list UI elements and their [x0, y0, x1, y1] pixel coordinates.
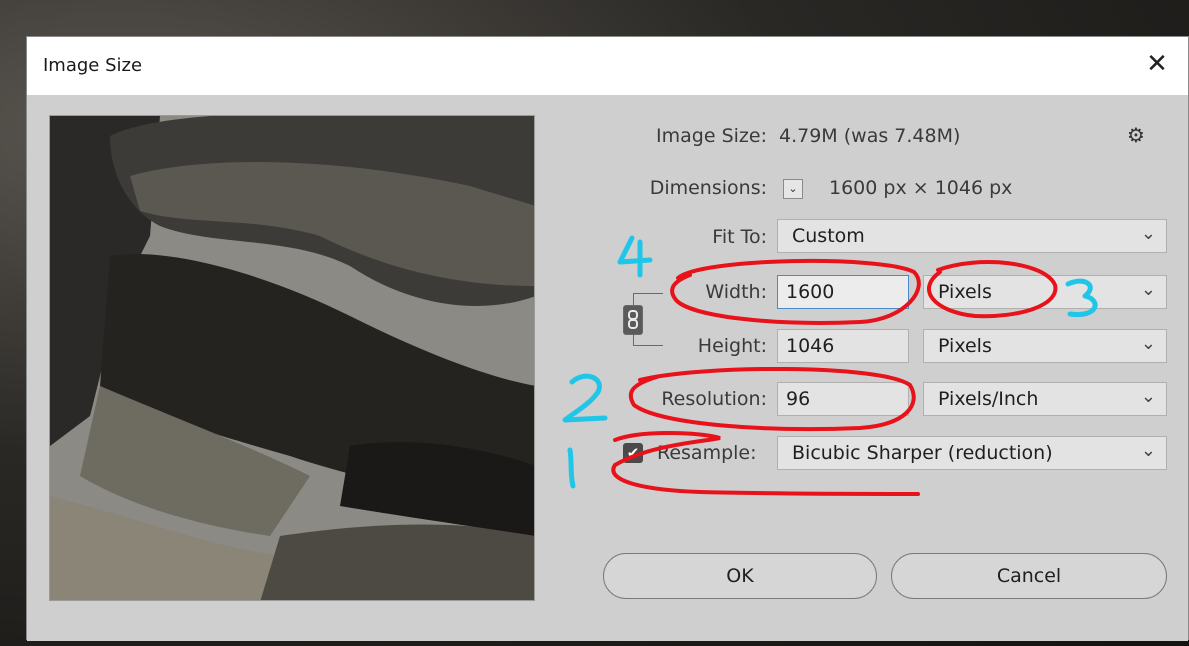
width-unit-select[interactable]: Pixels ⌄ — [923, 275, 1167, 309]
width-label: Width: — [705, 281, 767, 303]
resolution-unit-value: Pixels/Inch — [938, 388, 1039, 410]
dimensions-unit-dropdown[interactable]: ⌄ — [783, 179, 803, 199]
chevron-down-icon: ⌄ — [1140, 223, 1156, 244]
height-unit-select[interactable]: Pixels ⌄ — [923, 329, 1167, 363]
dimensions-label: Dimensions: — [649, 177, 767, 199]
resolution-unit-select[interactable]: Pixels/Inch ⌄ — [923, 382, 1167, 416]
image-size-dialog: Image Size ✕ Image Size: 4.79M (was 7.48… — [26, 36, 1189, 641]
image-size-value: 4.79M (was 7.48M) — [779, 125, 961, 147]
cancel-button[interactable]: Cancel — [891, 553, 1167, 599]
fit-to-select[interactable]: Custom ⌄ — [777, 219, 1167, 253]
resample-value: Bicubic Sharper (reduction) — [792, 442, 1053, 464]
width-unit-value: Pixels — [938, 281, 992, 303]
image-size-label: Image Size: — [656, 125, 767, 147]
link-constrain-icon[interactable] — [623, 305, 643, 335]
ok-button[interactable]: OK — [603, 553, 877, 599]
width-input[interactable] — [777, 275, 909, 309]
gear-icon[interactable]: ⚙ — [1127, 123, 1145, 147]
chevron-down-icon: ⌄ — [1140, 440, 1156, 461]
chevron-down-icon: ⌄ — [1140, 333, 1156, 354]
resample-checkbox[interactable]: ✔ — [623, 443, 643, 463]
resample-select[interactable]: Bicubic Sharper (reduction) ⌄ — [777, 436, 1167, 470]
resample-label: Resample: — [657, 442, 757, 464]
chevron-down-icon: ⌄ — [788, 182, 798, 195]
dialog-title: Image Size — [43, 55, 143, 76]
height-input[interactable] — [777, 329, 909, 363]
close-icon[interactable]: ✕ — [1140, 47, 1174, 81]
fit-to-value: Custom — [792, 225, 865, 247]
height-label: Height: — [697, 335, 767, 357]
dialog-body: Image Size: 4.79M (was 7.48M) ⚙ Dimensio… — [27, 95, 1188, 641]
dimensions-value: 1600 px × 1046 px — [829, 177, 1013, 199]
chain-link-icon — [628, 310, 638, 329]
checkmark-icon: ✔ — [626, 444, 640, 462]
image-preview[interactable] — [49, 115, 535, 601]
fit-to-label: Fit To: — [712, 226, 767, 248]
height-unit-value: Pixels — [938, 335, 992, 357]
resolution-label: Resolution: — [661, 388, 767, 410]
rock-preview-image — [50, 116, 534, 600]
title-bar: Image Size ✕ — [27, 37, 1188, 95]
chevron-down-icon: ⌄ — [1140, 386, 1156, 407]
resolution-input[interactable] — [777, 382, 909, 416]
chevron-down-icon: ⌄ — [1140, 279, 1156, 300]
